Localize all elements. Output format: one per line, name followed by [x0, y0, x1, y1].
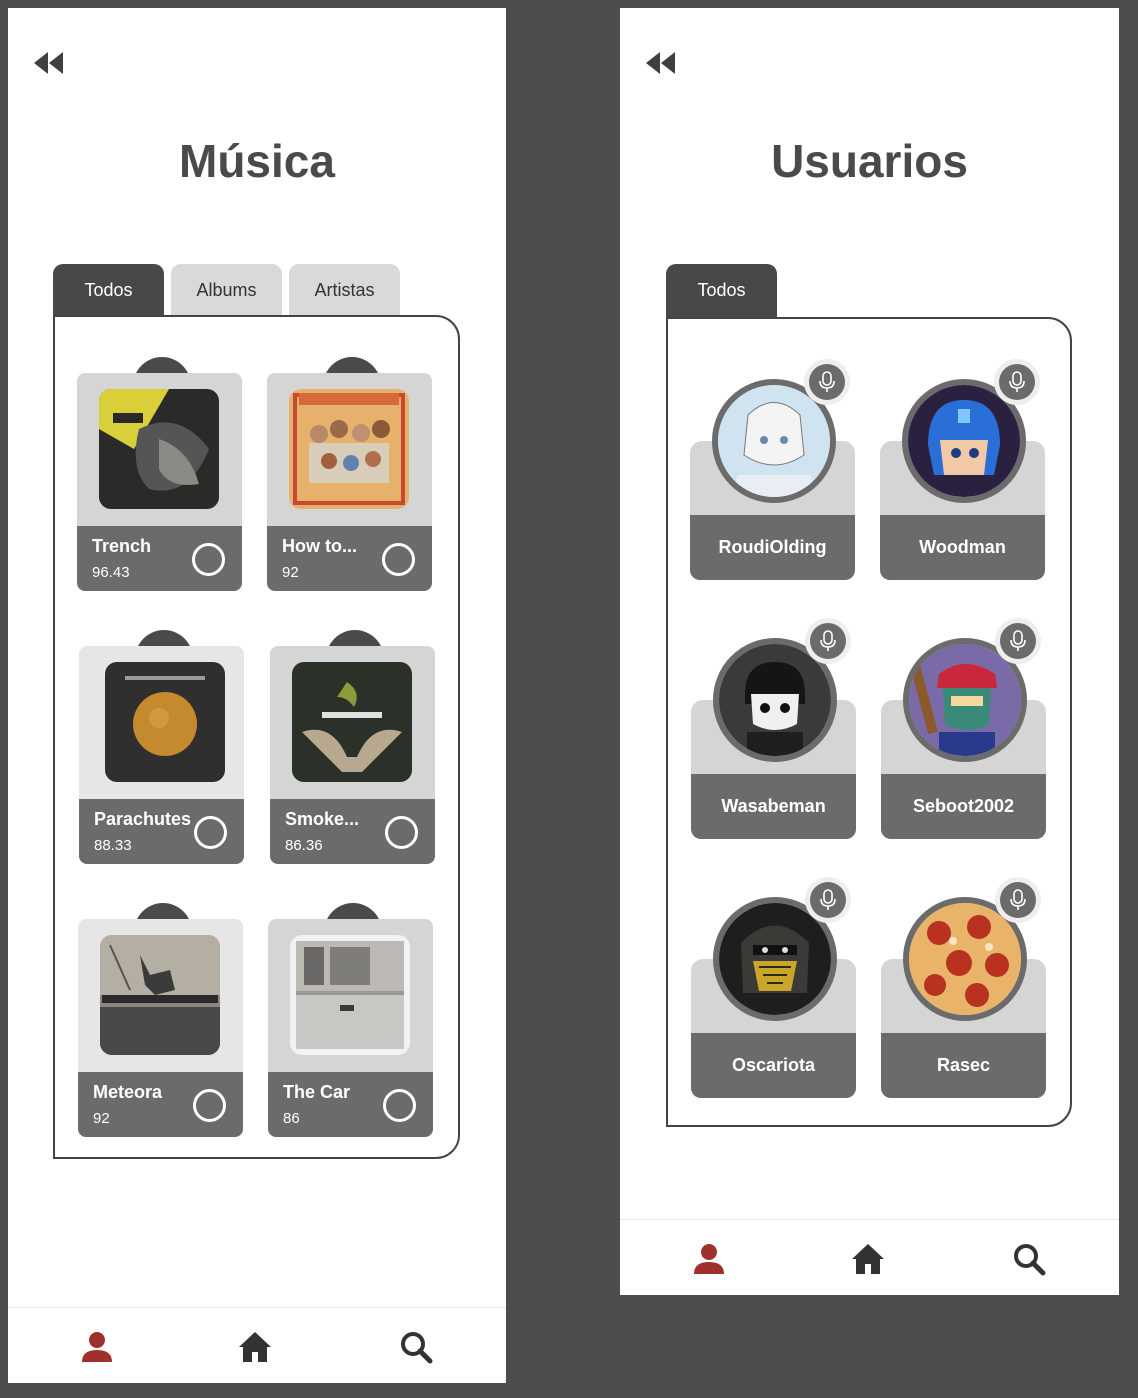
- user-card[interactable]: Wasabeman: [691, 618, 856, 868]
- album-name: The Car: [283, 1082, 351, 1102]
- search-icon: [1014, 1244, 1046, 1276]
- select-radio[interactable]: [193, 1089, 226, 1122]
- album-cover: [292, 662, 412, 782]
- album-cover: [99, 389, 219, 509]
- album-name: Meteora: [93, 1082, 163, 1102]
- album-card[interactable]: How to... 92: [267, 357, 432, 591]
- user-icon: [694, 1244, 724, 1274]
- tab-artistas[interactable]: Artistas: [289, 264, 400, 316]
- bottom-nav: [620, 1219, 1119, 1295]
- album-card[interactable]: Meteora 92: [78, 903, 243, 1137]
- microphone-icon[interactable]: [1000, 623, 1036, 659]
- album-card[interactable]: Trench 96.43: [77, 357, 242, 591]
- microphone-icon[interactable]: [1000, 882, 1036, 918]
- user-card[interactable]: Seboot2002: [881, 618, 1046, 868]
- user-card[interactable]: Oscariota: [691, 877, 856, 1127]
- user-icon: [82, 1332, 112, 1362]
- back-button[interactable]: [34, 52, 64, 74]
- album-cover: [105, 662, 225, 782]
- album-score: 92: [93, 1110, 110, 1127]
- album-name: Trench: [92, 536, 152, 556]
- microphone-icon[interactable]: [810, 882, 846, 918]
- user-name: Wasabeman: [691, 774, 856, 839]
- home-icon: [239, 1332, 271, 1362]
- album-score: 86.36: [285, 837, 323, 854]
- album-card[interactable]: Smoke... 86.36: [270, 630, 435, 864]
- select-radio[interactable]: [385, 816, 418, 849]
- microphone-icon[interactable]: [809, 364, 845, 400]
- album-cover: [289, 389, 409, 509]
- album-card[interactable]: The Car 86: [268, 903, 433, 1137]
- nav-search[interactable]: [1012, 1242, 1046, 1276]
- microphone-icon[interactable]: [999, 364, 1035, 400]
- rewind-icon: [34, 52, 63, 74]
- album-score: 86: [283, 1110, 300, 1127]
- album-card[interactable]: Parachutes 88.33: [79, 630, 244, 864]
- nav-home[interactable]: [238, 1330, 272, 1364]
- select-radio[interactable]: [383, 1089, 416, 1122]
- home-icon: [852, 1244, 884, 1274]
- user-name: RoudiOlding: [690, 515, 855, 580]
- tab-albums[interactable]: Albums: [171, 264, 282, 316]
- select-radio[interactable]: [192, 543, 225, 576]
- album-name: Parachutes: [94, 809, 192, 829]
- user-name: Woodman: [880, 515, 1045, 580]
- album-name: Smoke...: [285, 809, 360, 829]
- album-cover: [290, 935, 410, 1055]
- user-card[interactable]: Woodman: [880, 359, 1045, 609]
- microphone-icon[interactable]: [810, 623, 846, 659]
- user-name: Rasec: [881, 1033, 1046, 1098]
- nav-home[interactable]: [851, 1242, 885, 1276]
- user-name: Seboot2002: [881, 774, 1046, 839]
- search-icon: [401, 1332, 433, 1364]
- select-radio[interactable]: [194, 816, 227, 849]
- album-name: How to...: [282, 536, 357, 556]
- page-title: Usuarios: [771, 135, 968, 187]
- users-screen: Usuarios Todos RoudiOlding Woodman Wasab…: [620, 8, 1119, 1295]
- album-score: 96.43: [92, 564, 130, 581]
- music-screen: Música Todos Albums Artistas Trench 96.4…: [8, 8, 506, 1383]
- back-button[interactable]: [646, 52, 676, 74]
- tab-todos[interactable]: Todos: [666, 264, 777, 318]
- tab-todos[interactable]: Todos: [53, 264, 164, 318]
- user-name: Oscariota: [691, 1033, 856, 1098]
- page-title: Música: [179, 135, 335, 187]
- select-radio[interactable]: [382, 543, 415, 576]
- album-score: 92: [282, 564, 299, 581]
- bottom-nav: [8, 1307, 506, 1383]
- album-score: 88.33: [94, 837, 132, 854]
- user-card[interactable]: Rasec: [881, 877, 1046, 1127]
- album-cover: [100, 935, 220, 1055]
- rewind-icon: [646, 52, 675, 74]
- nav-search[interactable]: [399, 1330, 433, 1364]
- nav-profile[interactable]: [80, 1330, 114, 1364]
- user-card[interactable]: RoudiOlding: [690, 359, 855, 609]
- nav-profile[interactable]: [692, 1242, 726, 1276]
